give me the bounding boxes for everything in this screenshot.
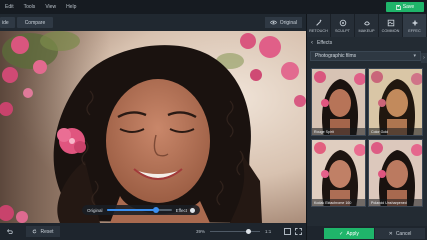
tab-common-label: COMMON	[381, 28, 400, 33]
effects-icon	[411, 19, 419, 27]
thumbnail-caption: Polaroid Unsharpened	[369, 199, 422, 206]
slider-original-label: Original	[87, 207, 103, 213]
back-arrow-icon[interactable]: ‹	[311, 40, 313, 46]
reset-label: Reset	[40, 228, 54, 235]
tab-effects-label: EFFEC	[408, 28, 421, 33]
thumbnail-caption: Kodak Ektachrome 160	[312, 199, 365, 206]
thumbnail-image	[312, 140, 365, 206]
tab-retouch-label: RETOUCH	[309, 28, 328, 33]
reset-icon	[33, 229, 37, 234]
effect-strength-slider[interactable]: Original Effect	[82, 205, 200, 215]
eye-icon	[269, 20, 277, 25]
fullscreen-icon[interactable]	[295, 228, 302, 235]
breadcrumb-label: Effects	[317, 40, 333, 46]
category-select-value: Photographic films	[315, 53, 357, 59]
thumbnail-image	[369, 69, 422, 135]
effect-thumbnail[interactable]: Kodak Ektachrome 160	[311, 139, 366, 207]
apply-button[interactable]: ✓ Apply	[324, 228, 374, 239]
menu-view[interactable]: View	[40, 4, 61, 10]
zoom-slider-knob[interactable]	[246, 228, 252, 234]
menu-tools[interactable]: Tools	[19, 4, 41, 10]
tab-sculpt-label: SCULPT	[335, 28, 350, 33]
zoom-control: 39% 1:1	[196, 226, 271, 237]
toolbar: ide Compare Original	[0, 14, 306, 31]
tool-tabs: RETOUCH SCULPT MAKEUP COMMON EFFEC	[307, 14, 427, 37]
slider-track[interactable]	[106, 207, 172, 213]
save-label: Save	[402, 4, 415, 10]
slider-knob[interactable]	[152, 207, 159, 213]
original-label: Original	[279, 19, 297, 26]
sculpt-icon	[339, 19, 347, 27]
fit-to-screen-icon[interactable]	[284, 228, 291, 235]
tab-common[interactable]: COMMON	[379, 14, 403, 37]
close-icon: ✕	[388, 230, 393, 237]
apply-label: Apply	[346, 230, 359, 237]
cancel-button[interactable]: ✕ Cancel	[375, 228, 425, 239]
original-toggle-button[interactable]: Original	[264, 17, 302, 28]
chevron-down-icon: ▾	[413, 53, 416, 59]
common-icon	[387, 19, 395, 27]
panel-action-bar: ✓ Apply ✕ Cancel	[307, 226, 427, 240]
category-select[interactable]: Photographic films ▾	[310, 51, 421, 61]
menu-help[interactable]: Help	[61, 4, 81, 10]
side-by-side-button[interactable]: ide	[0, 17, 15, 28]
portrait-image	[0, 31, 306, 223]
tab-makeup-label: MAKEUP	[358, 28, 375, 33]
photo-canvas[interactable]: Original Effect	[0, 31, 306, 223]
right-panel: RETOUCH SCULPT MAKEUP COMMON EFFEC ‹ Eff…	[306, 14, 427, 240]
tab-retouch[interactable]: RETOUCH	[307, 14, 331, 37]
thumbnail-image	[369, 140, 422, 206]
breadcrumb: ‹ Effects	[307, 37, 427, 49]
magic-wand-icon	[315, 19, 323, 27]
undo-icon[interactable]	[4, 227, 14, 237]
save-icon	[395, 4, 401, 10]
scroll-right-button[interactable]: ›	[421, 53, 427, 63]
effect-thumbnail[interactable]: Rouge Spirit	[311, 68, 366, 136]
slider-effect-label: Effect	[175, 207, 187, 213]
thumbnail-caption: Color Gold	[369, 128, 422, 135]
zoom-slider[interactable]	[210, 228, 261, 234]
tab-sculpt[interactable]: SCULPT	[331, 14, 355, 37]
slider-fill	[106, 209, 156, 211]
thumbnail-caption: Rouge Spirit	[312, 128, 365, 135]
zoom-level: 39%	[196, 229, 206, 234]
bottom-bar: Reset 39% 1:1	[0, 223, 306, 240]
menu-edit[interactable]: Edit	[0, 4, 19, 10]
thumbnail-image	[312, 69, 365, 135]
check-icon: ✓	[339, 230, 344, 237]
effect-thumbnail[interactable]: Color Gold	[368, 68, 423, 136]
makeup-icon	[363, 19, 371, 27]
save-button[interactable]: Save	[386, 2, 424, 12]
tab-makeup[interactable]: MAKEUP	[355, 14, 379, 37]
zoom-ratio-button[interactable]: 1:1	[265, 229, 271, 234]
info-icon[interactable]	[190, 207, 195, 213]
cancel-label: Cancel	[395, 230, 412, 237]
effects-grid: Rouge Spirit Color Gold Kodak Ektachrome…	[311, 68, 423, 207]
tab-effects[interactable]: EFFEC	[403, 14, 427, 37]
reset-button[interactable]: Reset	[26, 226, 60, 237]
compare-button[interactable]: Compare	[16, 17, 54, 28]
menu-bar: Edit Tools View Help Save	[0, 0, 427, 14]
effect-thumbnail[interactable]: Polaroid Unsharpened	[368, 139, 423, 207]
